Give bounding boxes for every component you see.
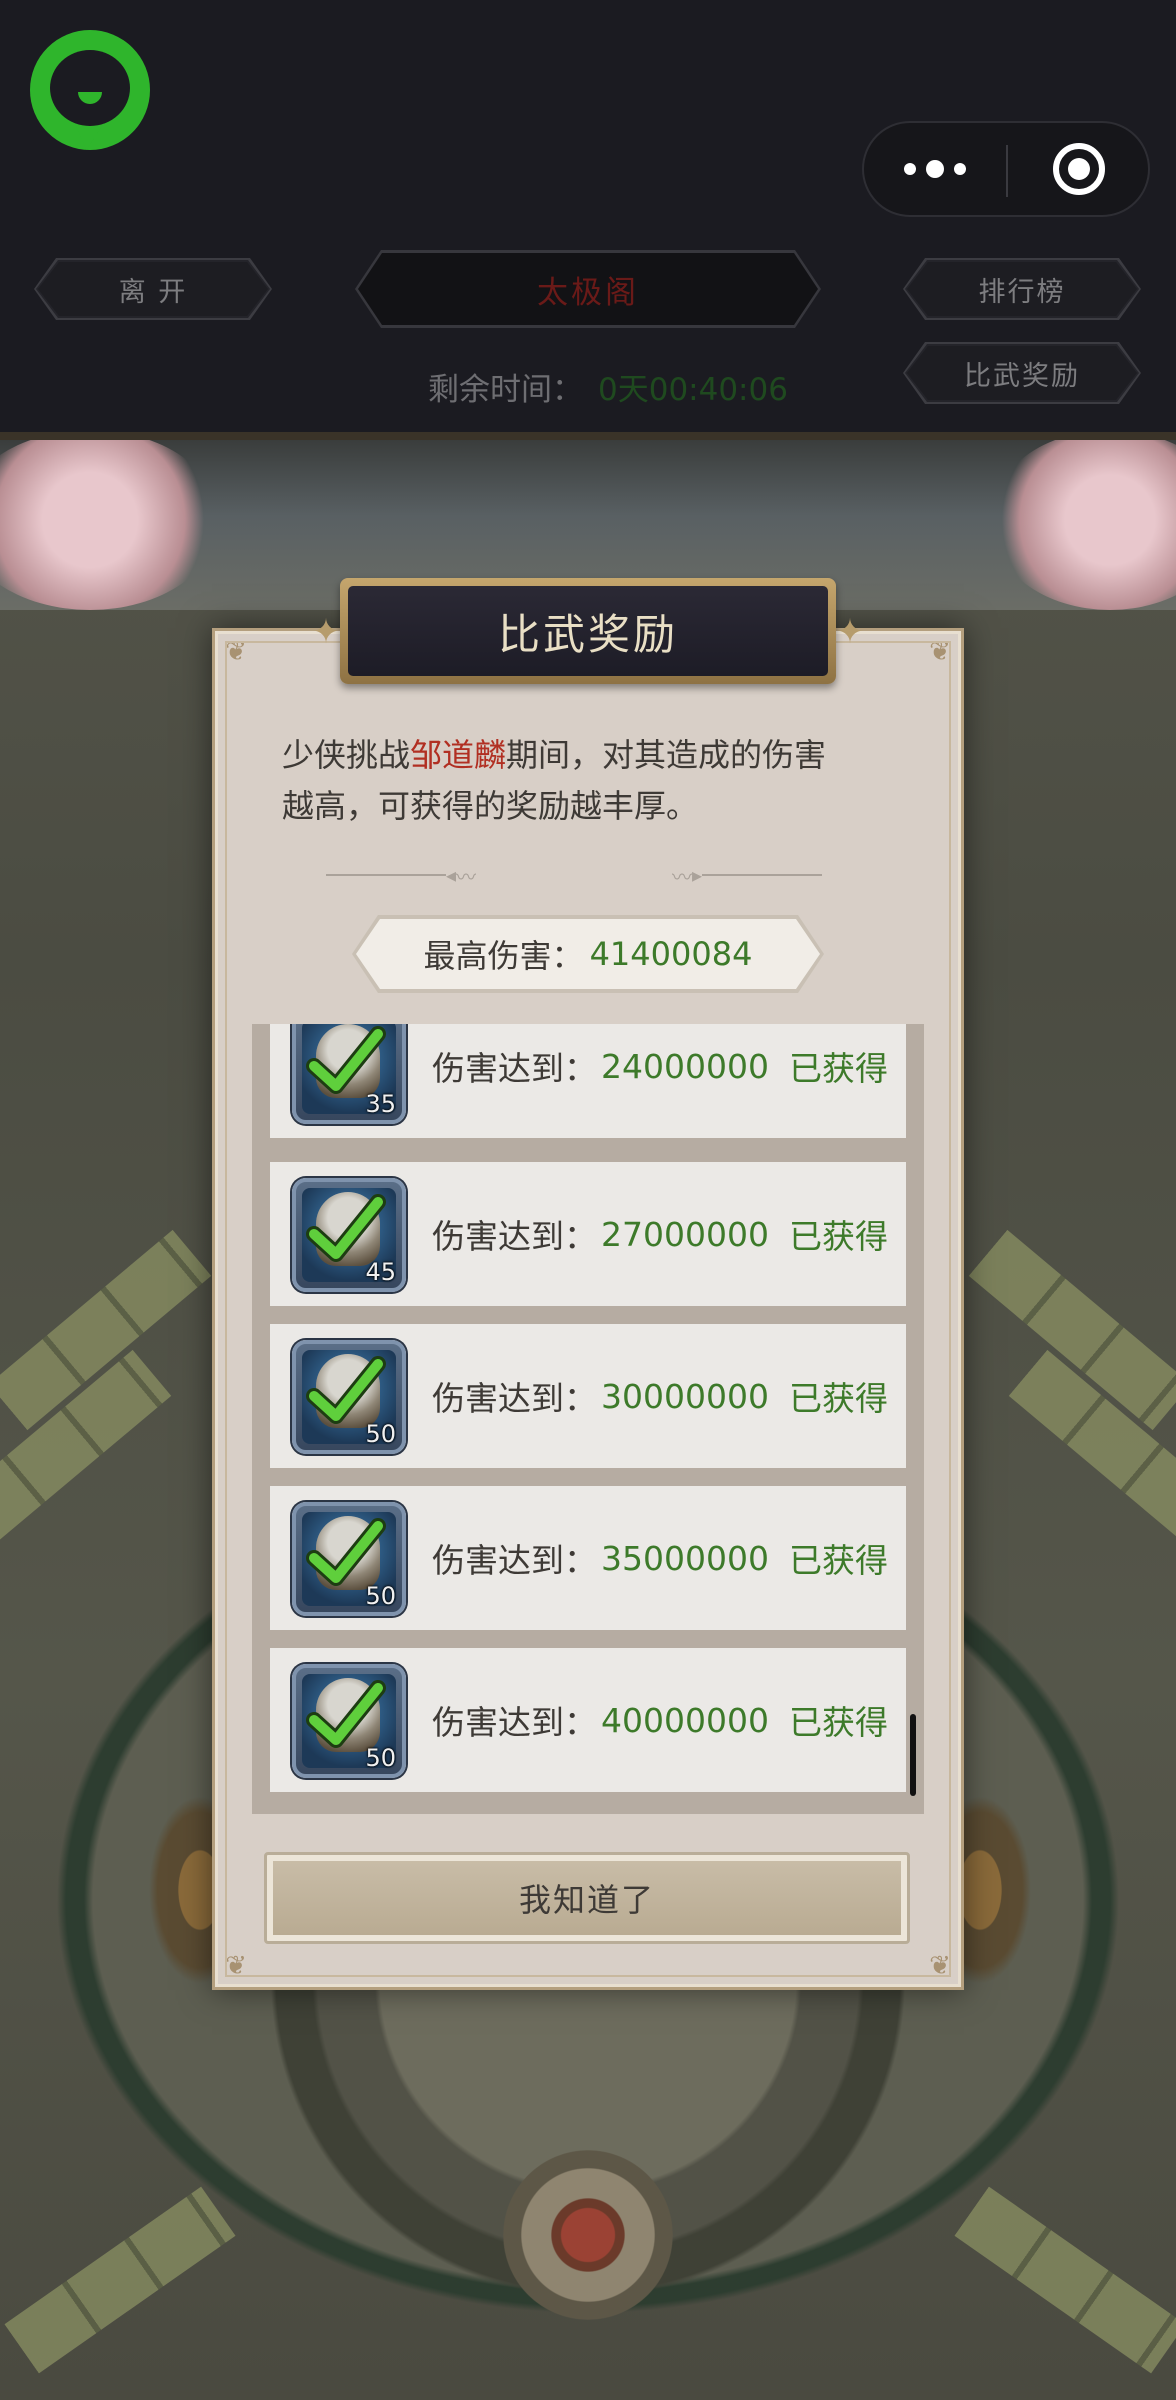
modal-title-plate: 比武奖励 [340,578,836,684]
modal-description: 少侠挑战邹道麟期间，对其造成的伤害 越高，可获得的奖励越丰厚。 [282,730,902,832]
reward-status: 已获得 [788,1703,888,1742]
reward-row-text: 伤害达到： 24000000 已获得 [432,1024,888,1138]
reward-row-text: 伤害达到： 30000000 已获得 [432,1324,888,1468]
damage-threshold-value: 30000000 [601,1376,769,1416]
floor-tiles-bottom-right [954,2186,1176,2374]
reward-list[interactable]: 35 伤害达到： 24000000 已获得 45 伤害达到： 27000000 … [252,1024,924,1814]
rewards-button[interactable]: 比武奖励 [905,344,1139,402]
reward-row-text: 伤害达到： 27000000 已获得 [432,1162,888,1306]
damage-threshold-value: 35000000 [601,1538,769,1578]
corner-ornament-bl: ❦ [225,1951,247,1981]
reward-row: 35 伤害达到： 24000000 已获得 [270,1024,906,1138]
item-count: 35 [365,1090,396,1118]
confirm-button[interactable]: 我知道了 [264,1852,910,1944]
damage-threshold-value: 24000000 [601,1046,769,1086]
boss-name: 邹道麟 [410,736,507,774]
reward-row: 50 伤害达到： 35000000 已获得 [270,1486,906,1630]
reward-row-text: 伤害达到： 40000000 已获得 [432,1648,888,1792]
reward-item-icon[interactable]: 50 [292,1664,406,1778]
corner-ornament-tr: ❦ [929,637,951,667]
reward-row-text: 伤害达到： 35000000 已获得 [432,1486,888,1630]
arena-title-plate: 太极阁 [355,250,821,328]
floor-center-medallion [503,2150,673,2320]
damage-threshold-label: 伤害达到： [432,1049,597,1088]
desc-suffix: 期间，对其造成的伤害 [506,736,827,774]
leave-button[interactable]: 离 开 [36,260,270,318]
item-count: 50 [365,1582,396,1610]
item-count: 45 [365,1258,396,1286]
desc-prefix: 少侠挑战 [282,736,411,774]
divider-ornament-right: 〰 ▸ [672,863,823,889]
reward-item-icon[interactable]: 50 [292,1502,406,1616]
reward-row: 50 伤害达到： 40000000 已获得 [270,1648,906,1792]
corner-ornament-br: ❦ [929,1951,951,1981]
max-damage-label: 最高伤害： [423,937,584,975]
reward-status: 已获得 [788,1217,888,1256]
reward-item-icon[interactable]: 50 [292,1340,406,1454]
reward-item-icon[interactable]: 35 [292,1024,406,1124]
damage-threshold-value: 40000000 [601,1700,769,1740]
mini-program-capsule [862,121,1150,217]
reward-row: 45 伤害达到： 27000000 已获得 [270,1162,906,1306]
item-count: 50 [365,1744,396,1772]
item-count: 50 [365,1420,396,1448]
confirm-button-label: 我知道了 [273,1861,901,1935]
arena-title: 太极阁 [358,253,818,325]
timer-value: 0天00:40:06 [598,372,788,408]
damage-threshold-label: 伤害达到： [432,1703,597,1742]
damage-threshold-label: 伤害达到： [432,1379,597,1418]
floor-tiles-bottom-left [4,2186,236,2374]
reward-status: 已获得 [788,1541,888,1580]
damage-threshold-label: 伤害达到： [432,1541,597,1580]
reward-status: 已获得 [788,1049,888,1088]
app-logo-icon[interactable] [30,30,150,150]
max-damage-value: 41400084 [589,935,753,973]
list-scrollbar[interactable] [910,1714,916,1796]
target-ring-icon[interactable] [1008,123,1150,215]
reward-row: 50 伤害达到： 30000000 已获得 [270,1324,906,1468]
top-header: 离 开 太极阁 排行榜 比武奖励 剩余时间： 0天00:40:06 [0,0,1176,440]
reward-item-icon[interactable]: 45 [292,1178,406,1292]
damage-threshold-value: 27000000 [601,1214,769,1254]
desc-line2: 越高，可获得的奖励越丰厚。 [282,787,699,825]
corner-ornament-tl: ❦ [225,637,247,667]
max-damage-badge: 最高伤害： 41400084 [356,919,820,989]
title-wing-right-icon: ✦ [835,612,865,652]
timer-label: 剩余时间： [428,372,583,408]
ranking-button[interactable]: 排行榜 [905,260,1139,318]
divider-ornament-left: ◂ 〰 [326,863,476,889]
damage-threshold-label: 伤害达到： [432,1217,597,1256]
modal-title: 比武奖励 [348,586,828,676]
reward-status: 已获得 [788,1379,888,1418]
more-dots-icon[interactable] [864,123,1006,215]
